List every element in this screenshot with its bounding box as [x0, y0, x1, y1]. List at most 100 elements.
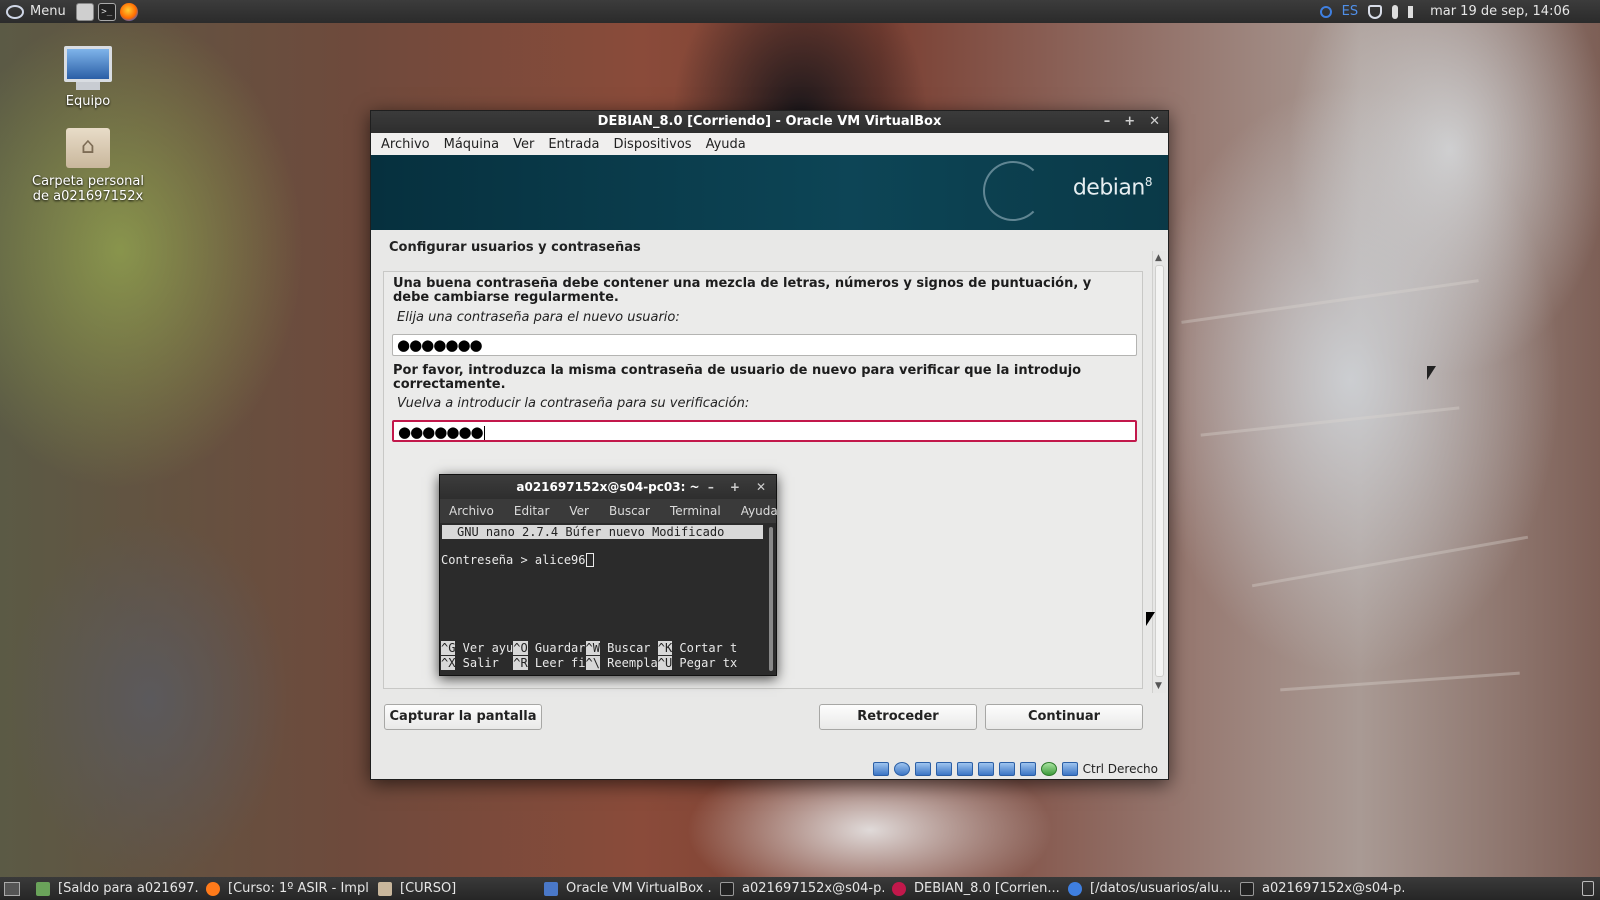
- terminal-close-button[interactable]: ✕: [756, 475, 766, 499]
- menu-maquina[interactable]: Máquina: [444, 137, 500, 152]
- update-manager-icon[interactable]: [1319, 5, 1332, 18]
- terminal-body[interactable]: GNU nano 2.7.4 Búfer nuevo Modificado Co…: [440, 523, 776, 675]
- clock[interactable]: mar 19 de sep, 14:06: [1430, 4, 1570, 19]
- virtualbox-window[interactable]: DEBIAN_8.0 [Corriendo] - Oracle VM Virtu…: [370, 110, 1169, 780]
- debian-swirl-icon: [983, 161, 1043, 221]
- main-menu-button[interactable]: Menu: [0, 0, 72, 23]
- minimize-button[interactable]: –: [1104, 111, 1111, 133]
- desktop-icon-home-folder[interactable]: Carpeta personal de a021697152x: [23, 128, 153, 204]
- host-key-label: Ctrl Derecho: [1082, 762, 1158, 776]
- scroll-down-icon[interactable]: ▼: [1155, 681, 1162, 691]
- debian-logo: debian8: [1073, 175, 1153, 200]
- back-button[interactable]: Retroceder: [819, 704, 977, 730]
- terminal-launcher-icon[interactable]: >_: [97, 2, 116, 21]
- continue-button[interactable]: Continuar: [985, 704, 1143, 730]
- shared-folders-icon[interactable]: [957, 762, 973, 776]
- taskbar-item[interactable]: [CURSO]: [370, 877, 536, 900]
- firefox-icon: [206, 881, 220, 896]
- terminal-window[interactable]: a021697152x@s04-pc03: ~ – + ✕ Archivo Ed…: [439, 474, 778, 676]
- terminal-scrollbar[interactable]: [769, 527, 773, 671]
- menu-ayuda[interactable]: Ayuda: [706, 137, 746, 152]
- debian-logo-version: 8: [1144, 175, 1153, 189]
- hard-disk-icon[interactable]: [873, 762, 889, 776]
- video-capture-icon[interactable]: [999, 762, 1015, 776]
- shortcut-label: Leer fi: [527, 656, 586, 670]
- taskbar-item[interactable]: [Curso: 1º ASIR - Impl...: [198, 877, 370, 900]
- taskbar-item[interactable]: [/datos/usuarios/alu...: [1060, 877, 1232, 900]
- menu-dispositivos[interactable]: Dispositivos: [613, 137, 691, 152]
- mouse-pointer-icon: [1427, 366, 1436, 380]
- terminal-menu-ayuda[interactable]: Ayuda: [741, 504, 778, 518]
- shortcut-key: ^W: [585, 641, 600, 655]
- terminal-icon: [720, 881, 734, 896]
- chat-icon: [36, 881, 50, 896]
- network-icon[interactable]: [936, 762, 952, 776]
- taskbar-item[interactable]: Oracle VM VirtualBox ...: [536, 877, 712, 900]
- file-manager-launcher-icon[interactable]: [75, 2, 94, 21]
- terminal-menu-editar[interactable]: Editar: [514, 504, 550, 518]
- close-button[interactable]: ✕: [1149, 111, 1160, 133]
- cpu-activity-icon[interactable]: [1041, 762, 1057, 776]
- shortcut-label: Ver ayu: [455, 641, 514, 655]
- password-field[interactable]: ●●●●●●●: [392, 334, 1137, 356]
- shortcut-key: ^R: [513, 656, 528, 670]
- terminal-title: a021697152x@s04-pc03: ~: [516, 480, 700, 494]
- shortcut-label: Guardar: [527, 641, 586, 655]
- firefox-launcher-icon[interactable]: [119, 2, 138, 21]
- desktop-icon-label: Equipo: [65, 94, 111, 109]
- taskbar-item[interactable]: a021697152x@s04-p...: [712, 877, 884, 900]
- shortcut-label: Reempla: [599, 656, 658, 670]
- nano-content-line: Contreseña > alice96: [441, 553, 594, 567]
- nano-header: GNU nano 2.7.4 Búfer nuevo Modificado: [442, 525, 763, 539]
- desktop-icon-label: Carpeta personal de a021697152x: [32, 174, 144, 204]
- terminal-cursor: [585, 553, 594, 567]
- menu-ver[interactable]: Ver: [513, 137, 534, 152]
- window-titlebar[interactable]: DEBIAN_8.0 [Corriendo] - Oracle VM Virtu…: [371, 111, 1168, 133]
- shortcut-key: ^G: [441, 641, 456, 655]
- computer-icon-stand: [76, 82, 100, 90]
- scrollbar-thumb[interactable]: [1155, 265, 1164, 677]
- taskbar-item[interactable]: DEBIAN_8.0 [Corrien...: [884, 877, 1060, 900]
- desktop-icon-computer[interactable]: Equipo: [23, 46, 153, 109]
- menu-entrada[interactable]: Entrada: [548, 137, 599, 152]
- optical-drive-icon[interactable]: [894, 762, 910, 776]
- shortcut-label: Salir: [455, 656, 514, 670]
- terminal-minimize-button[interactable]: –: [708, 475, 714, 499]
- menu-archivo[interactable]: Archivo: [381, 137, 430, 152]
- display-icon[interactable]: [978, 762, 994, 776]
- terminal-menu-ver[interactable]: Ver: [569, 504, 589, 518]
- taskbar-item-label: [Saldo para a021697...: [58, 881, 198, 896]
- volume-icon[interactable]: [1408, 5, 1420, 18]
- taskbar-item[interactable]: a021697152x@s04-p...: [1232, 877, 1404, 900]
- terminal-maximize-button[interactable]: +: [730, 475, 740, 499]
- taskbar-item[interactable]: [Saldo para a021697...: [28, 877, 198, 900]
- keyboard-layout-indicator[interactable]: ES: [1342, 4, 1358, 19]
- scroll-up-icon[interactable]: ▲: [1155, 253, 1162, 263]
- mouse-integration-icon[interactable]: [1062, 762, 1078, 776]
- password-prompt-label: Elija una contraseña para el nuevo usuar…: [397, 310, 680, 325]
- bottom-taskbar: [Saldo para a021697... [Curso: 1º ASIR -…: [0, 877, 1600, 900]
- terminal-menu-archivo[interactable]: Archivo: [449, 504, 494, 518]
- top-panel: Menu >_ ES mar 19 de sep, 14:06: [0, 0, 1600, 23]
- virtualbox-icon: [544, 881, 558, 896]
- microphone-icon[interactable]: [1392, 4, 1399, 19]
- show-desktop-icon[interactable]: [4, 881, 20, 896]
- taskbar-item-label: Oracle VM VirtualBox ...: [566, 881, 712, 896]
- trash-icon[interactable]: [1582, 881, 1594, 896]
- terminal-menu-buscar[interactable]: Buscar: [609, 504, 650, 518]
- password-verify-field[interactable]: ●●●●●●●: [392, 420, 1137, 442]
- terminal-titlebar[interactable]: a021697152x@s04-pc03: ~ – + ✕: [440, 475, 776, 499]
- debian-installer-banner: debian8: [371, 155, 1168, 230]
- taskbar-item-label: [Curso: 1º ASIR - Impl...: [228, 881, 370, 896]
- maximize-button[interactable]: +: [1124, 111, 1135, 133]
- system-tray: ES mar 19 de sep, 14:06: [1319, 0, 1600, 23]
- screenshot-button[interactable]: Capturar la pantalla: [384, 704, 542, 730]
- shortcut-label: Cortar t: [672, 641, 738, 655]
- installer-scrollbar[interactable]: ▲ ▼: [1152, 251, 1166, 693]
- terminal-menu-terminal[interactable]: Terminal: [670, 504, 721, 518]
- password-value: ●●●●●●●: [397, 336, 483, 354]
- audio-icon[interactable]: [915, 762, 931, 776]
- shield-icon[interactable]: [1368, 4, 1383, 19]
- shortcut-key: ^K: [657, 641, 673, 655]
- usb-icon[interactable]: [1020, 762, 1036, 776]
